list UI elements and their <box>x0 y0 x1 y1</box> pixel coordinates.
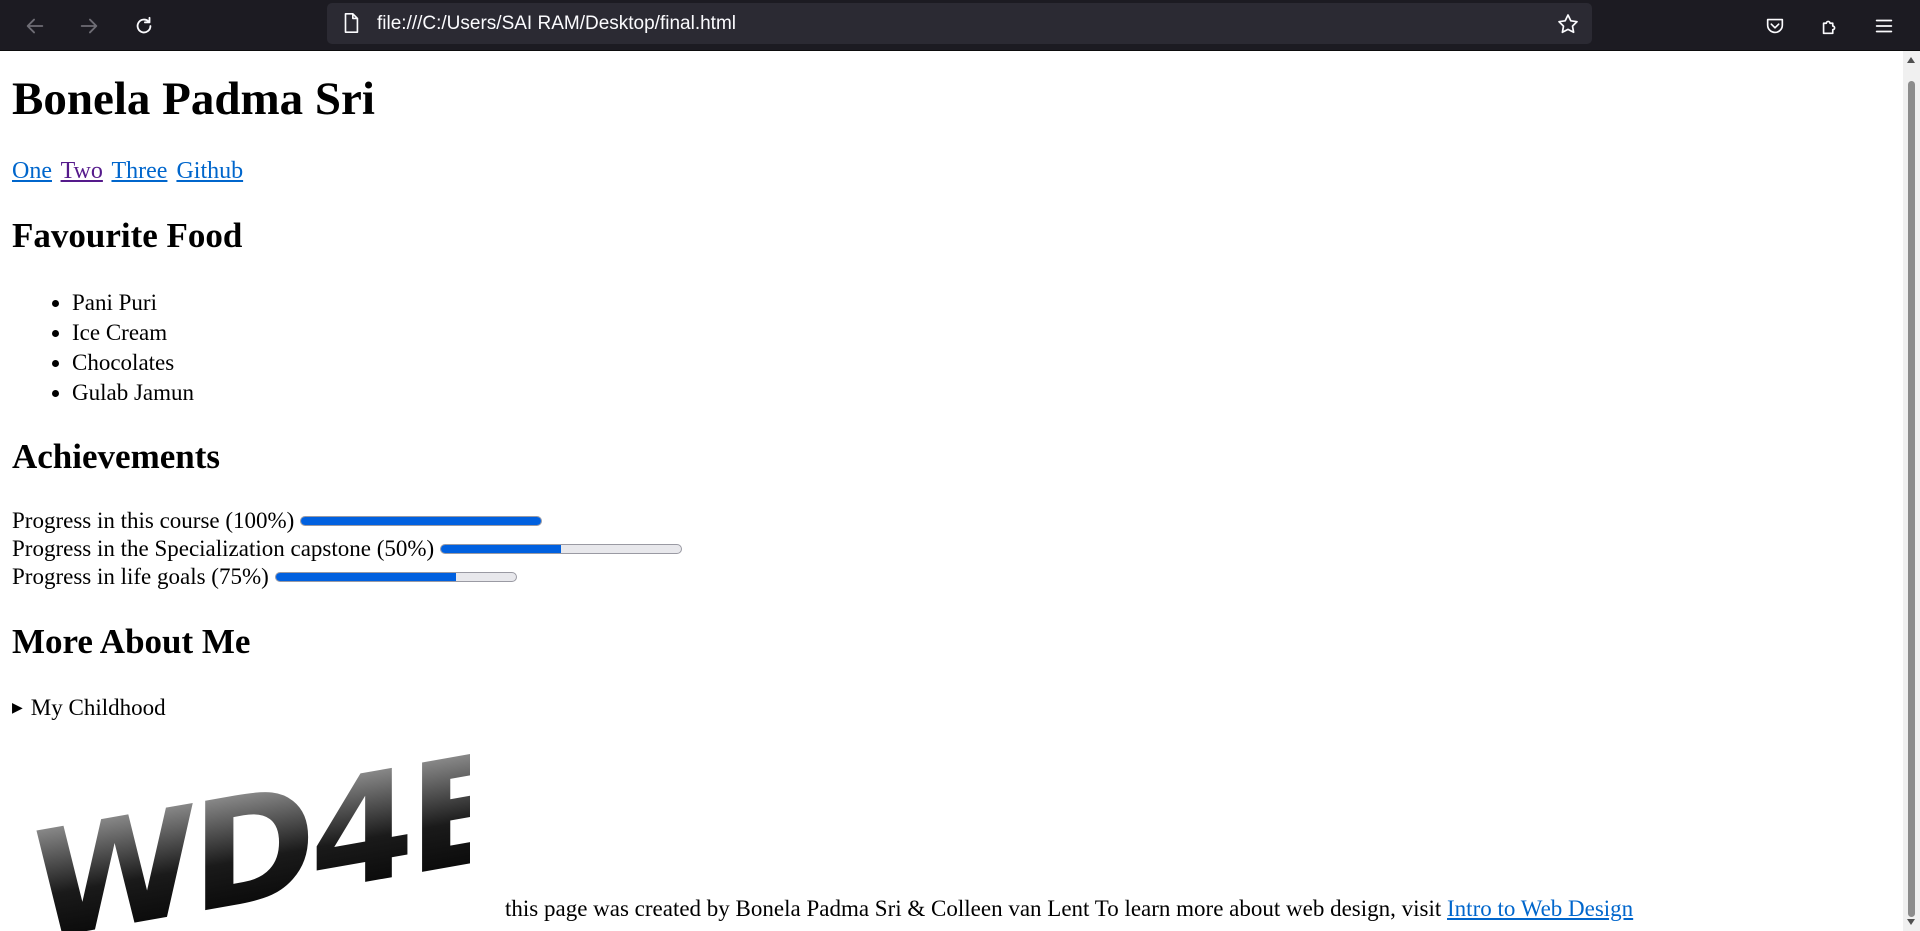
footer-text: this page was created by Bonela Padma Sr… <box>505 896 1448 921</box>
reload-button[interactable] <box>126 8 162 44</box>
intro-web-design-link[interactable]: Intro to Web Design <box>1447 896 1633 921</box>
page-icon <box>344 13 359 33</box>
progress-row-life-goals: Progress in life goals (75%) <box>12 563 517 591</box>
pocket-icon <box>1766 18 1784 34</box>
menu-button[interactable] <box>1866 8 1902 44</box>
extensions-puzzle-icon <box>1822 20 1836 35</box>
pocket-button[interactable] <box>1757 8 1793 44</box>
disclosure-triangle-icon: ▶ <box>12 701 23 716</box>
browser-toolbar: file:///C:/Users/SAI RAM/Desktop/final.h… <box>0 0 1920 51</box>
childhood-details-summary[interactable]: ▶ My Childhood <box>12 693 166 724</box>
more-about-heading: More About Me <box>12 622 251 661</box>
achievements-heading: Achievements <box>12 437 221 476</box>
footer: this page was created by Bonela Padma Sr… <box>505 894 1633 924</box>
progress-bar-capstone <box>440 544 683 554</box>
progress-bar-life-goals <box>274 572 517 582</box>
food-list: Pani Puri Ice Cream Chocolates Gulab Jam… <box>12 288 194 408</box>
list-item: Ice Cream <box>72 318 194 348</box>
nav-link-one[interactable]: One <box>12 158 52 184</box>
nav-link-two[interactable]: Two <box>61 158 103 184</box>
back-button[interactable] <box>17 8 53 44</box>
address-bar[interactable]: file:///C:/Users/SAI RAM/Desktop/final.h… <box>327 3 1592 44</box>
back-arrow-icon <box>26 18 44 34</box>
scroll-down-arrow-icon[interactable] <box>1907 919 1915 925</box>
extensions-button[interactable] <box>1812 8 1848 44</box>
url-text: file:///C:/Users/SAI RAM/Desktop/final.h… <box>377 13 736 34</box>
scrollbar-thumb[interactable] <box>1908 81 1915 917</box>
forward-arrow-icon <box>80 18 98 34</box>
list-item: Gulab Jamun <box>72 378 194 408</box>
page-content: Bonela Padma Sri One Two Three Github Fa… <box>0 51 1900 931</box>
wd4e-logo: WD4E <box>32 731 470 931</box>
list-item: Chocolates <box>72 348 194 378</box>
forward-button[interactable] <box>71 8 107 44</box>
details-summary-text: My Childhood <box>30 695 166 720</box>
progress-row-capstone: Progress in the Specialization capstone … <box>12 535 683 563</box>
nav-links: One Two Three Github <box>12 156 246 186</box>
nav-link-github[interactable]: Github <box>176 158 243 184</box>
scroll-up-arrow-icon[interactable] <box>1907 57 1915 63</box>
food-heading: Favourite Food <box>12 216 243 255</box>
page-title: Bonela Padma Sri <box>12 73 375 125</box>
bookmark-star-icon[interactable] <box>1556 12 1580 36</box>
nav-link-three[interactable]: Three <box>111 158 167 184</box>
vertical-scrollbar[interactable] <box>1903 51 1920 931</box>
progress-label: Progress in life goals (75%) <box>12 564 269 589</box>
svg-text:WD4E: WD4E <box>32 731 470 931</box>
progress-bar-course <box>300 516 543 526</box>
reload-icon <box>136 16 152 34</box>
progress-label: Progress in this course (100%) <box>12 508 295 533</box>
progress-label: Progress in the Specialization capstone … <box>12 536 435 561</box>
list-item: Pani Puri <box>72 288 194 318</box>
progress-row-course: Progress in this course (100%) <box>12 507 543 535</box>
hamburger-menu-icon <box>1875 19 1893 33</box>
